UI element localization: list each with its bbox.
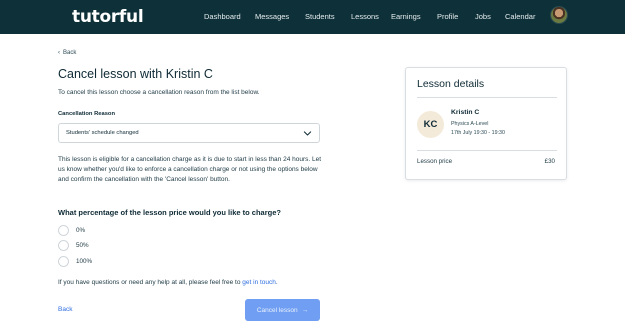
student-initials-avatar: KC: [417, 111, 444, 138]
lesson-price-label: Lesson price: [417, 158, 453, 165]
nav-students[interactable]: Students: [305, 12, 335, 21]
help-text-end: .: [275, 279, 278, 286]
charge-option-label: 50%: [76, 242, 89, 249]
radio-100-percent[interactable]: [58, 256, 69, 267]
cancellation-reason-value: Students' schedule changed: [66, 130, 139, 136]
nav-earnings[interactable]: Earnings: [391, 12, 421, 21]
chevron-left-icon: ‹: [58, 50, 60, 56]
back-link[interactable]: ‹ Back: [58, 50, 76, 56]
chevron-down-icon: [303, 131, 312, 136]
charge-option-label: 100%: [76, 258, 93, 265]
charge-percentage-question: What percentage of the lesson price woul…: [58, 208, 281, 217]
cancellation-reason-label: Cancellation Reason: [58, 111, 116, 117]
page-title: Cancel lesson with Kristin C: [58, 67, 213, 81]
top-navigation-bar: tutorful Dashboard Messages Students Les…: [0, 0, 625, 34]
help-text: If you have questions or need any help a…: [58, 279, 278, 286]
student-name: Kristin C: [451, 109, 480, 116]
back-link-label: Back: [63, 50, 77, 56]
get-in-touch-link[interactable]: get in touch: [242, 279, 276, 286]
cancellation-charge-notice: This lesson is eligible for a cancellati…: [58, 156, 322, 183]
cancel-lesson-label: Cancel lesson: [256, 306, 298, 314]
help-text-body: If you have questions or need any help a…: [58, 279, 241, 286]
back-button[interactable]: Back: [58, 306, 72, 313]
cancel-lesson-button[interactable]: Cancel lesson →: [245, 299, 320, 321]
page-subtitle: To cancel this lesson choose a cancellat…: [58, 89, 260, 96]
lesson-subject: Physics A-Level: [451, 121, 489, 127]
nav-dashboard[interactable]: Dashboard: [204, 12, 241, 21]
arrow-right-icon: →: [301, 306, 309, 314]
lesson-price-value: £30: [544, 158, 555, 165]
lesson-details-card: Lesson details KC Kristin C Physics A-Le…: [405, 67, 567, 180]
charge-option-label: 0%: [76, 227, 86, 234]
divider: [417, 97, 557, 98]
nav-profile[interactable]: Profile: [437, 12, 458, 21]
nav-messages[interactable]: Messages: [255, 12, 289, 21]
user-avatar[interactable]: [550, 6, 568, 24]
tutorful-logo[interactable]: tutorful: [72, 7, 144, 27]
nav-calendar[interactable]: Calendar: [505, 12, 535, 21]
nav-jobs[interactable]: Jobs: [475, 12, 491, 21]
lesson-time: 17th July 19:30 - 19:30: [451, 130, 505, 136]
radio-50-percent[interactable]: [58, 240, 69, 251]
card-title: Lesson details: [417, 78, 485, 90]
divider: [417, 150, 557, 151]
nav-lessons[interactable]: Lessons: [351, 12, 379, 21]
radio-0-percent[interactable]: [58, 225, 69, 236]
cancellation-reason-select[interactable]: Students' schedule changed: [58, 123, 320, 143]
